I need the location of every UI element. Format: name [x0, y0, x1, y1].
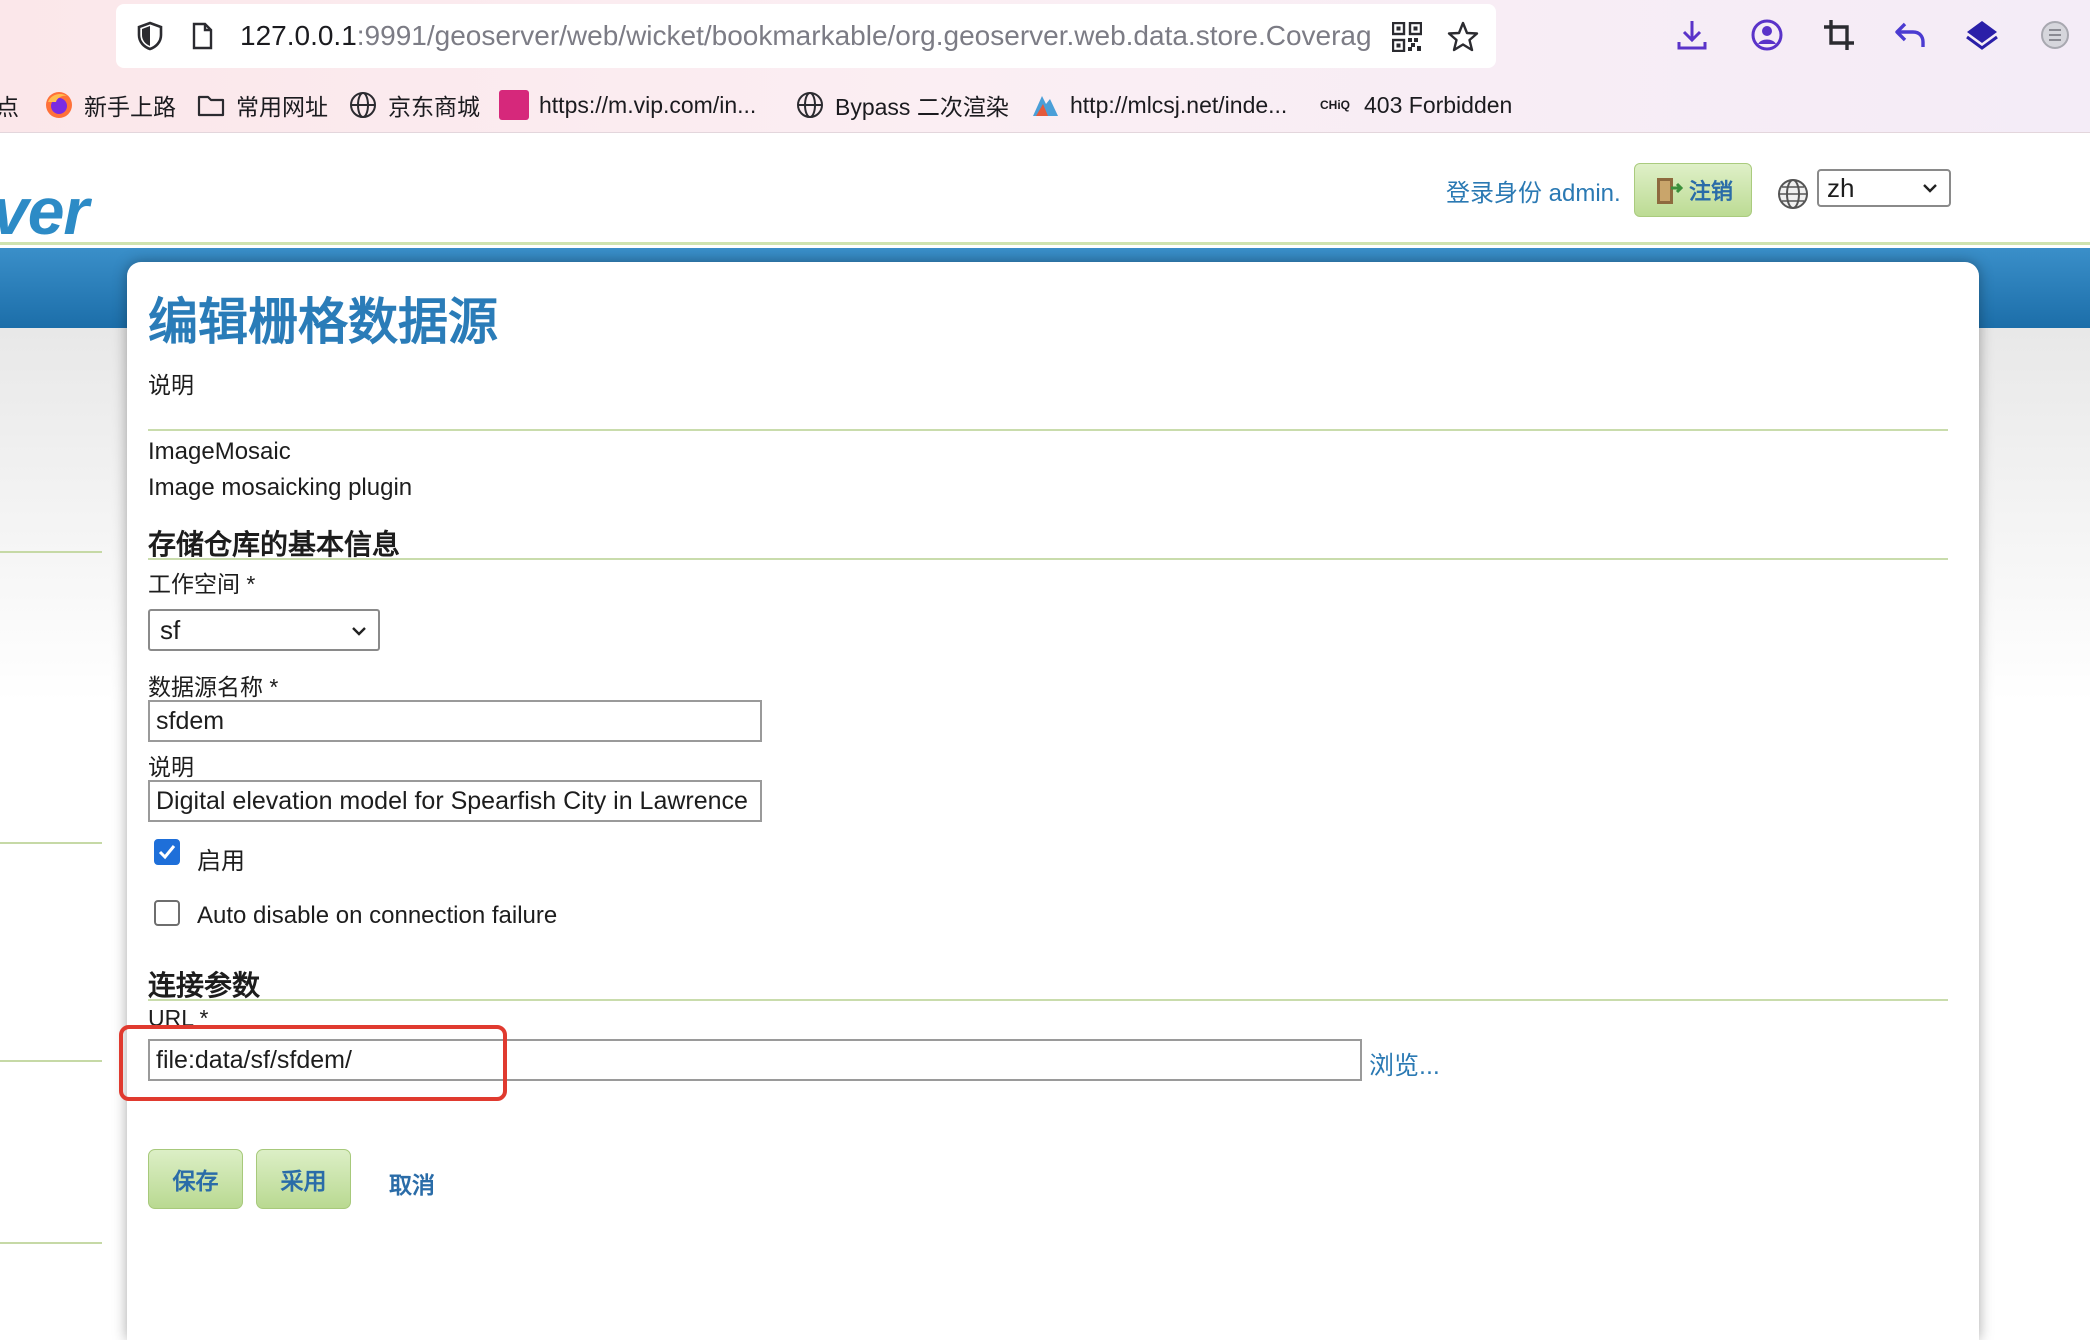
url-label: URL * [148, 1005, 209, 1027]
account-icon[interactable] [1748, 16, 1786, 54]
qr-code-icon[interactable] [1392, 22, 1422, 52]
undo-icon[interactable] [1891, 16, 1929, 54]
layers-extension-icon[interactable] [1963, 16, 2001, 54]
description-input[interactable]: Digital elevation model for Spearfish Ci… [148, 780, 762, 822]
folder-icon [197, 95, 225, 117]
language-value: zh [1827, 173, 1855, 203]
section-divider [148, 429, 1948, 431]
section-divider [148, 558, 1948, 560]
browser-toolbar: 127.0.0.1:9991/geoserver/web/wicket/book… [0, 0, 2090, 133]
highlight-box [119, 1025, 507, 1101]
bookmark-item[interactable]: http://mlcsj.net/inde... [1030, 84, 1287, 126]
header-divider [0, 242, 2090, 245]
bookmark-label: 新手上路 [84, 94, 176, 120]
sidebar-divider [0, 551, 102, 553]
checkmark-icon [158, 845, 176, 860]
bookmark-label: 403 Forbidden [1364, 91, 1513, 118]
chevron-down-icon [1923, 184, 1937, 193]
enabled-checkbox[interactable] [154, 839, 180, 865]
globe-icon [1778, 179, 1808, 209]
globe-icon [350, 92, 376, 118]
extension-icon[interactable] [2036, 16, 2074, 54]
page-icon [192, 22, 213, 50]
store-type-description: Image mosaicking plugin [148, 474, 413, 501]
logout-label: 注销 [1688, 179, 1733, 204]
shield-icon[interactable] [134, 20, 166, 52]
chevron-down-icon [352, 627, 366, 636]
description-field-label: 说明 [148, 754, 194, 780]
auto-disable-label: Auto disable on connection failure [197, 902, 558, 929]
datasource-name-label: 数据源名称 * [148, 674, 279, 700]
globe-icon [797, 92, 823, 118]
screenshot-crop-icon[interactable] [1820, 16, 1858, 54]
vip-icon [499, 90, 529, 120]
datasource-name-input[interactable]: sfdem [148, 700, 762, 742]
sidebar-divider [0, 1242, 102, 1244]
page-title: 编辑栅格数据源 [148, 294, 498, 350]
bookmark-item[interactable]: Bypass 二次渲染 [795, 84, 1009, 126]
bookmark-label: 常用网址 [236, 94, 328, 120]
geoserver-logo[interactable]: ver [0, 173, 89, 249]
bookmark-item[interactable]: https://m.vip.com/in... [499, 84, 756, 126]
url-text[interactable]: 127.0.0.1:9991/geoserver/web/wicket/book… [240, 4, 1370, 68]
enabled-label: 启用 [197, 848, 245, 875]
door-exit-icon [1656, 178, 1683, 204]
sidebar-divider [0, 842, 102, 844]
workspace-select[interactable]: sf [148, 609, 380, 651]
bookmark-item[interactable]: 京东商城 [348, 84, 480, 126]
firefox-icon [46, 92, 72, 118]
cancel-link[interactable]: 取消 [389, 1166, 435, 1200]
site-icon [1033, 96, 1058, 116]
section-divider [148, 999, 1948, 1001]
workspace-value: sf [160, 615, 181, 645]
workspace-label: 工作空间 * [148, 571, 256, 597]
language-select[interactable]: zh [1817, 169, 1951, 207]
connection-params-heading: 连接参数 [148, 970, 261, 1001]
bookmark-label: http://mlcsj.net/inde... [1070, 91, 1288, 118]
bookmark-label: https://m.vip.com/in... [539, 91, 757, 118]
bookmark-item[interactable]: 新手上路 [44, 84, 176, 126]
download-icon[interactable] [1673, 16, 1711, 54]
apply-button[interactable]: 采用 [256, 1149, 351, 1209]
address-bar[interactable]: 127.0.0.1:9991/geoserver/web/wicket/book… [116, 4, 1496, 68]
page-description-label: 说明 [148, 372, 194, 398]
bookmark-star-icon[interactable] [1446, 20, 1480, 54]
auto-disable-checkbox[interactable] [154, 900, 180, 926]
geoserver-header: ver 登录身份 admin. 注销 zh [0, 133, 2090, 248]
sidebar-divider [0, 1060, 102, 1062]
url-host: 127.0.0.1 [240, 20, 357, 51]
chiq-icon: CHiQ [1320, 98, 1350, 112]
url-path: :9991/geoserver/web/wicket/bookmarkable/… [356, 20, 1370, 51]
save-button[interactable]: 保存 [148, 1149, 243, 1209]
bookmark-item[interactable]: 常用网址 [196, 84, 328, 126]
bookmark-item[interactable]: 点 [0, 84, 19, 126]
bookmarks-bar: 点 新手上路 常用网址 京东商城 https://m.vip.com/in...… [0, 84, 2090, 126]
basic-info-heading: 存储仓库的基本信息 [148, 529, 401, 560]
bookmark-label: 京东商城 [388, 94, 480, 120]
login-status: 登录身份 admin. [1446, 180, 1621, 207]
bookmark-label: Bypass 二次渲染 [835, 94, 1009, 120]
bookmark-label: 点 [0, 94, 19, 120]
bookmark-item[interactable]: CHiQ 403 Forbidden [1320, 84, 1512, 126]
store-type: ImageMosaic [148, 438, 291, 465]
logout-button[interactable]: 注销 [1634, 163, 1752, 217]
browse-link[interactable]: 浏览... [1369, 1046, 1440, 1082]
